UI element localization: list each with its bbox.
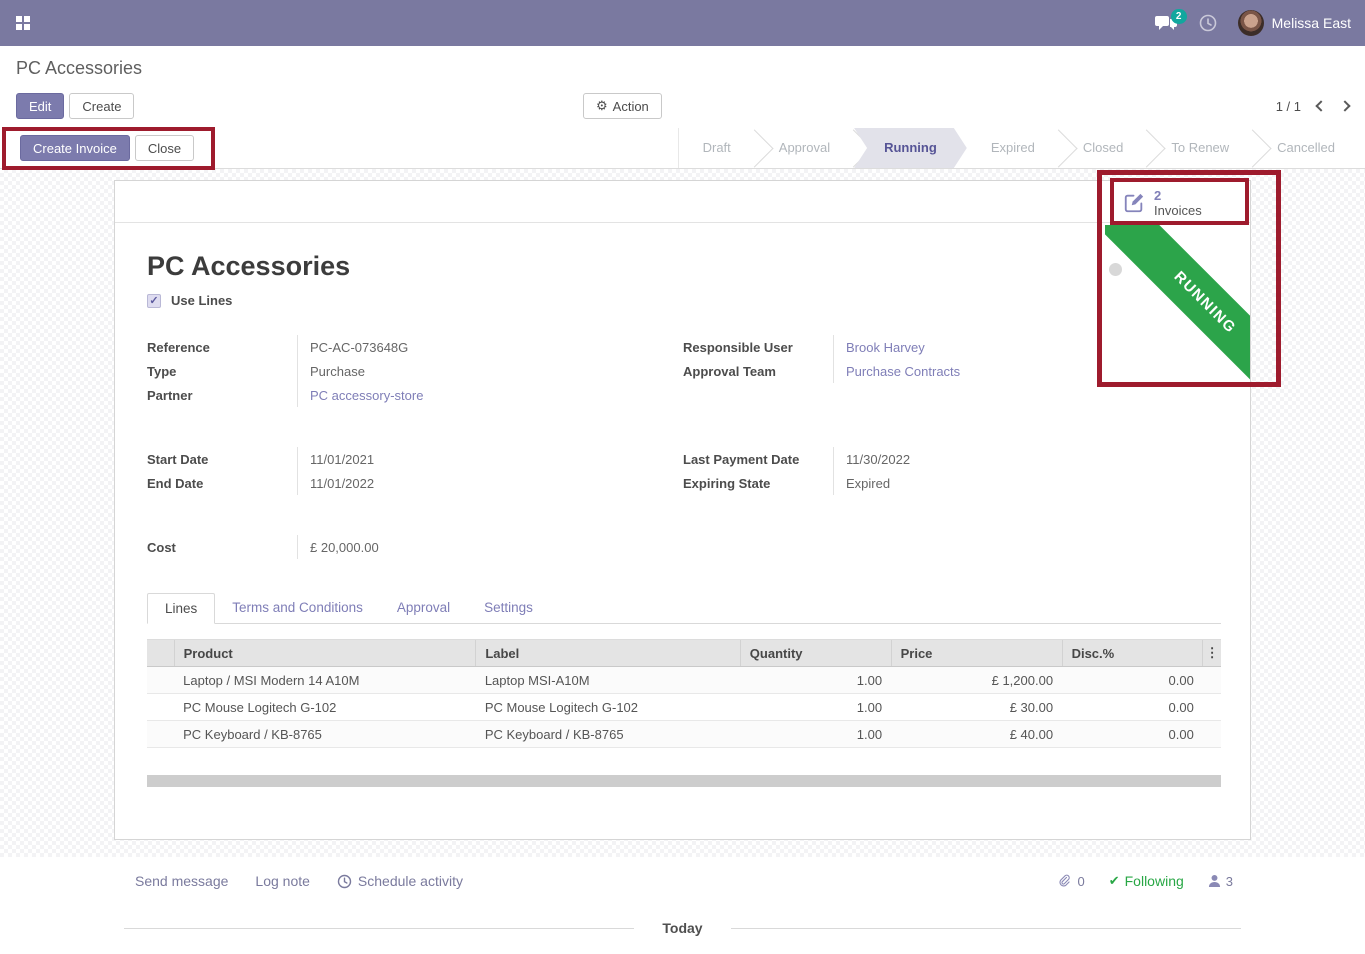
price-column-header[interactable]: Price	[891, 640, 1062, 667]
invoices-stat-button[interactable]: 2 Invoices	[1111, 181, 1248, 225]
schedule-clock-icon	[337, 874, 352, 889]
record-title: PC Accessories	[147, 251, 350, 282]
table-header-row: Product Label Quantity Price Disc.% ⋮	[147, 640, 1221, 667]
following-button[interactable]: ✔ Following	[1109, 873, 1184, 889]
optional-columns-icon[interactable]: ⋮	[1203, 640, 1221, 667]
notebook-tabs: Lines Terms and Conditions Approval Sett…	[147, 593, 1221, 624]
close-button[interactable]: Close	[135, 135, 194, 161]
field-expiring-state: Expiring State Expired	[683, 471, 1221, 495]
invoice-count: 2	[1154, 188, 1202, 203]
status-step-running[interactable]: Running	[854, 128, 967, 168]
field-end-date: End Date 11/01/2022	[147, 471, 667, 495]
quantity-column-header[interactable]: Quantity	[740, 640, 891, 667]
action-button[interactable]: ⚙ Action	[583, 93, 662, 119]
person-icon	[1208, 874, 1221, 888]
paperclip-icon	[1058, 874, 1072, 889]
invoice-label: Invoices	[1154, 203, 1202, 218]
pager-count: 1 / 1	[1276, 99, 1301, 114]
button-box-strip	[115, 181, 1250, 223]
field-approval-team: Approval Team Purchase Contracts	[683, 359, 1221, 383]
create-invoice-button[interactable]: Create Invoice	[20, 135, 130, 161]
partner-link[interactable]: PC accessory-store	[297, 383, 667, 407]
tab-lines[interactable]: Lines	[147, 593, 215, 624]
gear-icon: ⚙	[596, 98, 608, 114]
check-icon: ✔	[1109, 873, 1120, 889]
field-start-date: Start Date 11/01/2021	[147, 447, 667, 471]
status-steps: Draft Approval Running Expired Closed To…	[678, 128, 1365, 168]
status-step-expired[interactable]: Expired	[967, 128, 1059, 168]
pager-previous-icon[interactable]	[1315, 100, 1326, 111]
product-column-header[interactable]: Product	[174, 640, 476, 667]
row-handle[interactable]	[147, 667, 174, 694]
stat-button-texts: 2 Invoices	[1154, 188, 1202, 218]
table-row[interactable]: PC Mouse Logitech G-102 PC Mouse Logitec…	[147, 694, 1221, 721]
handle-column-header	[147, 640, 174, 667]
divider-line	[124, 928, 634, 929]
field-responsible-user: Responsible User Brook Harvey	[683, 335, 1221, 359]
field-partner: Partner PC accessory-store	[147, 383, 667, 407]
form-sheet: 2 Invoices RUNNING PC Accessories ✓ Use …	[114, 180, 1251, 840]
pager: 1 / 1	[1276, 93, 1349, 119]
activity-clock-icon[interactable]	[1198, 13, 1218, 33]
avatar-placeholder-dot	[1109, 263, 1122, 276]
send-message-button[interactable]: Send message	[135, 873, 228, 889]
responsible-user-link[interactable]: Brook Harvey	[833, 335, 1221, 359]
row-handle[interactable]	[147, 694, 174, 721]
cost-group: Cost £ 20,000.00	[147, 535, 667, 559]
navbar-right: 2 Melissa East	[1154, 0, 1351, 46]
create-button[interactable]: Create	[69, 93, 134, 119]
date-group-left: Start Date 11/01/2021 End Date 11/01/202…	[147, 447, 667, 495]
pager-next-icon[interactable]	[1339, 100, 1350, 111]
tab-settings[interactable]: Settings	[467, 593, 550, 623]
chatter-buttons: Send message Log note Schedule activity	[135, 873, 463, 889]
attachments-button[interactable]: 0	[1058, 874, 1084, 889]
use-lines-field: ✓ Use Lines	[147, 293, 232, 308]
field-type: Type Purchase	[147, 359, 667, 383]
field-group-right: Responsible User Brook Harvey Approval T…	[683, 335, 1221, 383]
odoo-app-window: 2 Melissa East PC Accessories Edit Creat…	[0, 0, 1365, 954]
user-menu[interactable]: Melissa East	[1238, 10, 1351, 36]
messages-icon[interactable]: 2	[1154, 13, 1178, 33]
edit-button[interactable]: Edit	[16, 93, 64, 119]
row-handle[interactable]	[147, 721, 174, 748]
top-navbar: 2 Melissa East	[0, 0, 1365, 46]
today-divider: Today	[124, 919, 1241, 937]
date-group-right: Last Payment Date 11/30/2022 Expiring St…	[683, 447, 1221, 495]
message-count-badge: 2	[1171, 9, 1187, 24]
use-lines-label: Use Lines	[171, 293, 232, 308]
approval-team-link[interactable]: Purchase Contracts	[833, 359, 1221, 383]
field-group-left: Reference PC-AC-073648G Type Purchase Pa…	[147, 335, 667, 407]
use-lines-checkbox[interactable]: ✓	[147, 294, 161, 308]
log-note-button[interactable]: Log note	[255, 873, 310, 889]
statusbar: Create Invoice Close Draft Approval Runn…	[0, 128, 1365, 169]
apps-menu-icon[interactable]	[16, 16, 30, 30]
disc-column-header[interactable]: Disc.%	[1062, 640, 1203, 667]
tab-terms-and-conditions[interactable]: Terms and Conditions	[215, 593, 380, 623]
chatter: Send message Log note Schedule activity …	[0, 857, 1365, 954]
form-buttons: Edit Create	[16, 93, 134, 119]
today-label: Today	[662, 920, 702, 936]
field-reference: Reference PC-AC-073648G	[147, 335, 667, 359]
schedule-activity-button[interactable]: Schedule activity	[337, 873, 463, 889]
divider-line	[731, 928, 1241, 929]
statusbar-buttons: Create Invoice Close	[20, 135, 194, 161]
user-avatar	[1238, 10, 1264, 36]
table-row[interactable]: PC Keyboard / KB-8765 PC Keyboard / KB-8…	[147, 721, 1221, 748]
lines-table: Product Label Quantity Price Disc.% ⋮ La…	[147, 639, 1221, 748]
table-row[interactable]: Laptop / MSI Modern 14 A10M Laptop MSI-A…	[147, 667, 1221, 694]
followers-button[interactable]: 3	[1208, 874, 1233, 889]
label-column-header[interactable]: Label	[476, 640, 740, 667]
field-last-payment-date: Last Payment Date 11/30/2022	[683, 447, 1221, 471]
chatter-right-tools: 0 ✔ Following 3	[1058, 873, 1233, 889]
table-horizontal-scrollbar[interactable]	[147, 775, 1221, 787]
tab-approval[interactable]: Approval	[380, 593, 467, 623]
field-cost: Cost £ 20,000.00	[147, 535, 667, 559]
user-name: Melissa East	[1272, 15, 1351, 31]
breadcrumb[interactable]: PC Accessories	[16, 58, 142, 79]
pencil-square-icon	[1123, 192, 1145, 214]
control-panel: PC Accessories Edit Create ⚙ Action 1 / …	[0, 46, 1365, 128]
status-step-draft[interactable]: Draft	[679, 128, 755, 168]
